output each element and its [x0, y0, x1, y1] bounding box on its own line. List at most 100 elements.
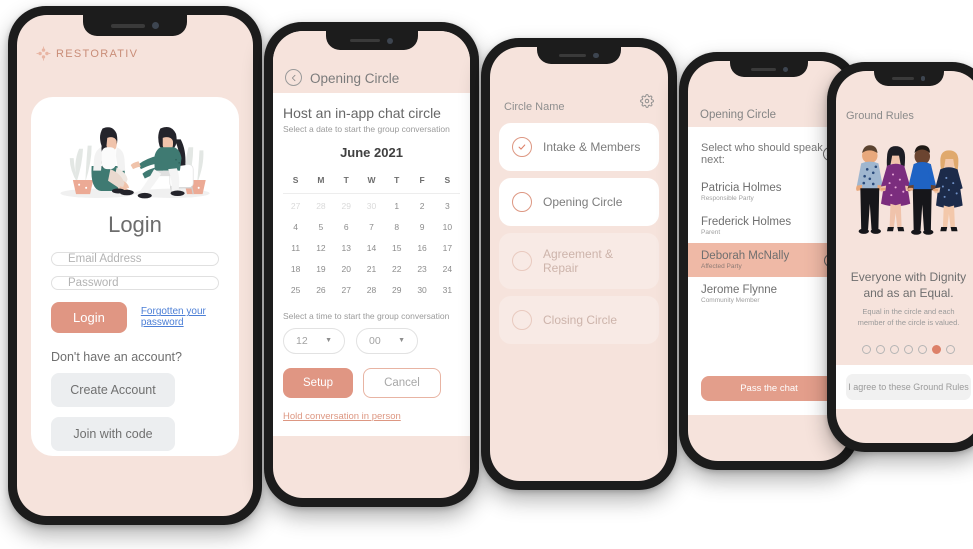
- people-holding-hands-illustration: [844, 131, 973, 261]
- calendar-weekday: M: [317, 174, 325, 185]
- join-with-code-button[interactable]: Join with code: [51, 416, 175, 451]
- member-list: Patricia Holmes Responsible Party Frederic…: [688, 175, 850, 311]
- check-circle-icon: [512, 137, 532, 157]
- hour-select[interactable]: 12 ▼: [283, 327, 345, 354]
- calendar-day[interactable]: 21: [359, 259, 384, 280]
- calendar-day[interactable]: 7: [359, 217, 384, 238]
- pagination-dot[interactable]: [932, 345, 941, 355]
- calendar-day: 28: [316, 201, 326, 211]
- agree-ground-rules-button[interactable]: I agree to these Ground Rules: [846, 374, 971, 400]
- calendar-day[interactable]: 24: [435, 259, 460, 280]
- select-date-label: Select a date to start the group convers…: [283, 124, 450, 134]
- prompt-label: Select who should speak next:: [701, 142, 823, 166]
- calendar-day[interactable]: 5: [308, 217, 333, 238]
- calendar-day[interactable]: 13: [334, 238, 359, 259]
- calendar-panel: Host an in-app chat circle Select a date…: [273, 93, 470, 436]
- header-title: Opening Circle: [700, 109, 777, 121]
- pagination-dot[interactable]: [890, 345, 899, 355]
- hold-in-person-link[interactable]: Hold conversation in person: [283, 411, 460, 422]
- calendar-weekday: S: [444, 174, 451, 185]
- calendar-day[interactable]: 6: [334, 217, 359, 238]
- calendar-day[interactable]: 23: [409, 259, 434, 280]
- member-row[interactable]: Patricia Holmes Responsible Party: [688, 175, 850, 209]
- calendar-day[interactable]: 18: [283, 259, 308, 280]
- member-name: Deborah McNally: [701, 250, 790, 262]
- pagination-dots: [836, 345, 973, 355]
- back-arrow-icon[interactable]: [285, 69, 302, 86]
- page-title: Login: [108, 211, 162, 237]
- setup-button[interactable]: Setup: [283, 367, 354, 398]
- front-camera: [152, 22, 159, 29]
- calendar-day[interactable]: 15: [384, 238, 409, 259]
- minute-select[interactable]: 00 ▼: [356, 327, 418, 354]
- pass-the-chat-button[interactable]: Pass the chat: [701, 376, 837, 401]
- notch: [537, 47, 621, 64]
- member-row[interactable]: Frederick Holmes Parent: [688, 209, 850, 243]
- circle-steps-list: Intake & Members Opening Circle Agreement …: [490, 119, 668, 355]
- circle-step-item[interactable]: Opening Circle: [499, 178, 659, 226]
- calendar-day[interactable]: 20: [334, 259, 359, 280]
- pagination-dot[interactable]: [904, 345, 913, 355]
- calendar-day[interactable]: 25: [283, 280, 308, 301]
- calendar-day[interactable]: 29: [384, 280, 409, 301]
- calendar-day[interactable]: 2: [409, 196, 434, 217]
- calendar-days-grid[interactable]: 27 28 29 30 1 2 3 4 5 6 7 8 9 10 11 12 13 14 15 16 17 18 19 20 2…: [283, 196, 460, 301]
- front-camera: [593, 52, 599, 59]
- speaker-panel: Select who should speak next: ✕ Patricia…: [688, 127, 850, 415]
- ground-rules-paragraph: Equal in the circle and each member of t…: [857, 307, 960, 328]
- front-camera: [782, 66, 788, 72]
- cancel-button[interactable]: Cancel: [363, 367, 441, 398]
- circle-step-label: Closing Circle: [543, 313, 618, 327]
- speaker-grille: [350, 38, 380, 43]
- calendar-month-label: June 2021: [340, 145, 403, 160]
- calendar-day[interactable]: 17: [435, 238, 460, 259]
- forgot-password-link[interactable]: Forgotten your password: [141, 306, 219, 328]
- email-field[interactable]: Email Address: [51, 251, 219, 266]
- create-account-button[interactable]: Create Account: [51, 372, 175, 407]
- calendar-day[interactable]: 12: [308, 238, 333, 259]
- circle-step-label: Opening Circle: [543, 195, 623, 209]
- circle-step-item[interactable]: Intake & Members: [499, 123, 659, 171]
- phone-ground-rules: Ground Rules Everyone with Dignity and a…: [827, 62, 973, 452]
- login-button[interactable]: Login: [51, 301, 127, 333]
- password-field[interactable]: Password: [51, 275, 219, 290]
- calendar-day[interactable]: 30: [409, 280, 434, 301]
- member-name: Jerome Flynne: [701, 284, 778, 296]
- member-text: Frederick Holmes Parent: [701, 216, 791, 236]
- email-placeholder: Email Address: [68, 252, 142, 265]
- member-row[interactable]: Jerome Flynne Community Member: [688, 277, 850, 311]
- phone2-screen: Opening Circle Host an in-app chat circl…: [273, 31, 470, 498]
- calendar-day[interactable]: 8: [384, 217, 409, 238]
- pagination-dot[interactable]: [918, 345, 927, 355]
- calendar-weekday: T: [343, 174, 349, 185]
- calendar-day[interactable]: 31: [435, 280, 460, 301]
- member-row[interactable]: Deborah McNally Affected Party: [688, 243, 850, 277]
- calendar-day[interactable]: 11: [283, 238, 308, 259]
- calendar-day[interactable]: 9: [409, 217, 434, 238]
- pagination-dot[interactable]: [876, 345, 885, 355]
- calendar-day[interactable]: 1: [384, 196, 409, 217]
- select-time-label: Select a time to start the group convers…: [283, 310, 450, 321]
- speaker-grille: [750, 67, 776, 71]
- calendar-day[interactable]: 10: [435, 217, 460, 238]
- chevron-down-icon: ▼: [325, 337, 332, 344]
- calendar-day[interactable]: 19: [308, 259, 333, 280]
- time-picker-row: 12 ▼ 00 ▼: [283, 327, 460, 354]
- calendar-day[interactable]: 22: [384, 259, 409, 280]
- prompt-row: Select who should speak next: ✕: [688, 127, 850, 175]
- circle-step-item: Closing Circle: [499, 296, 659, 344]
- pagination-dot[interactable]: [946, 345, 955, 355]
- calendar-day[interactable]: 14: [359, 238, 384, 259]
- calendar-day[interactable]: 3: [435, 196, 460, 217]
- chevron-down-icon: ▼: [398, 337, 405, 344]
- calendar-day[interactable]: 28: [359, 280, 384, 301]
- calendar-day[interactable]: 4: [283, 217, 308, 238]
- calendar-day[interactable]: 27: [334, 280, 359, 301]
- restorativ-logo-icon: [35, 45, 52, 62]
- calendar-weekday: F: [419, 174, 425, 185]
- calendar-day[interactable]: 16: [409, 238, 434, 259]
- pagination-dot[interactable]: [862, 345, 871, 355]
- phone-login: RESTORATIV Login Email Address Password …: [8, 6, 262, 525]
- calendar-day[interactable]: 26: [308, 280, 333, 301]
- gear-icon[interactable]: [640, 94, 654, 113]
